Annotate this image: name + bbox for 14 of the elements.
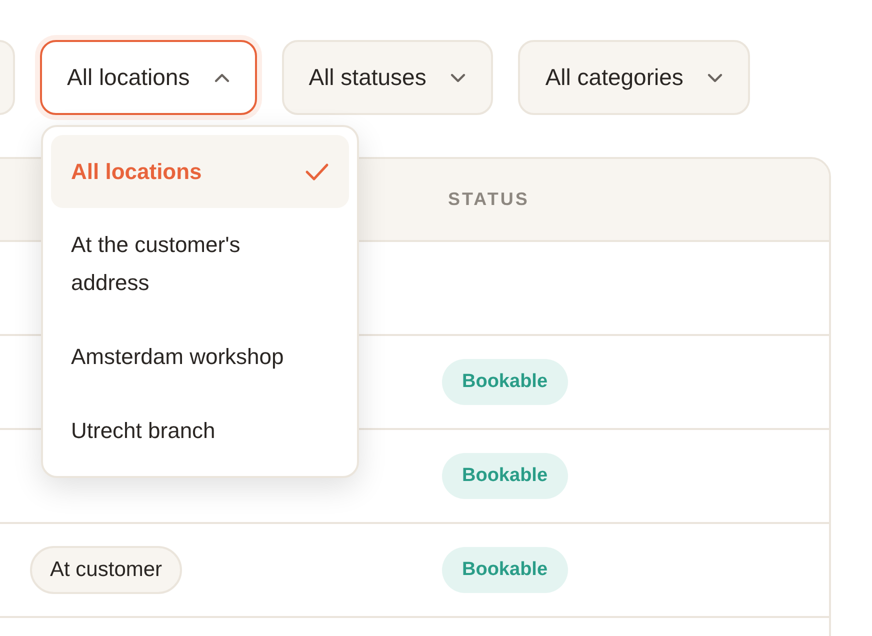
- filter-dropdown[interactable]: All categories: [518, 40, 750, 115]
- filter-dropdown[interactable]: All statuses: [282, 40, 494, 115]
- status-badge: Bookable: [442, 358, 568, 406]
- check-icon: [305, 162, 329, 180]
- chevron-down-icon: [707, 72, 724, 82]
- location-tag: At customer: [30, 546, 182, 594]
- chevron-up-icon: [214, 72, 230, 82]
- menu-option[interactable]: At the customer's address: [51, 208, 349, 320]
- status-badge: Bookable: [442, 546, 568, 594]
- status-badge: Bookable: [442, 452, 568, 500]
- column-header: STATUS: [448, 189, 530, 209]
- chevron-down-icon: [450, 72, 466, 82]
- menu-option[interactable]: Utrecht branch: [51, 394, 349, 468]
- menu-option[interactable]: Amsterdam workshop: [51, 320, 349, 394]
